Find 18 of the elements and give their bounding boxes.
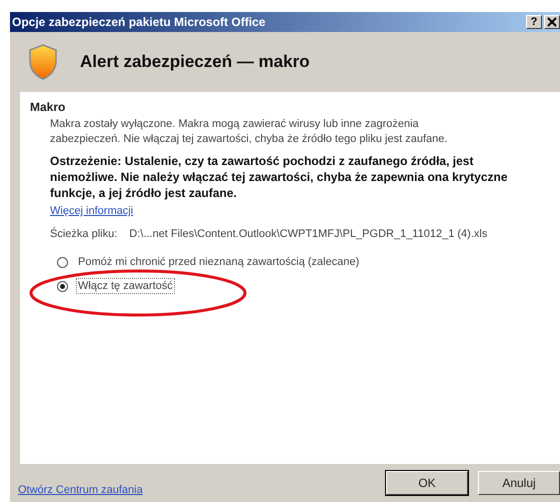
shield-icon	[28, 44, 58, 80]
dialog-button[interactable]: OK	[386, 471, 468, 495]
warning-text: Ostrzeżenie: Ustalenie, czy ta zawartość pochodzi z zaufanego źródła, jest niemożliwe. Nie należy włączać tej zawartości, chyba że zapewnia ona krytyczne funkcje, a jej źródło jest zaufane.	[50, 153, 509, 201]
dialog-button[interactable]: Anuluj	[478, 471, 560, 495]
help-button[interactable]: ?	[526, 15, 542, 29]
file-path: D:\...net Files\Content.Outlook\CWPT1MFJ\PL_PGDR_1_11012_1 (4).xls	[129, 228, 488, 240]
more-info-link[interactable]: Więcej informacji	[50, 205, 134, 217]
section-title: Makro	[30, 100, 66, 114]
radio-button[interactable]	[57, 256, 68, 268]
window-title: Opcje zabezpieczeń pakietu Microsoft Office	[12, 15, 266, 29]
trust-center-link[interactable]: Otwórz Centrum zaufania	[18, 484, 143, 496]
path-label: Ścieżka pliku:	[50, 228, 118, 240]
description-text: Makra zostały wyłączone. Makra mogą zawierać wirusy lub inne zagrożenia zabezpieczeń. Nie włączaj tej zawartości, chyba że źródło tego pliku jest zaufane.	[50, 117, 448, 147]
option-label[interactable]: Włącz tę zawartość	[76, 278, 175, 294]
option-label[interactable]: Pomóż mi chronić przed nieznaną zawartością (zalecane)	[76, 254, 362, 270]
close-button[interactable]	[544, 15, 560, 29]
radio-button[interactable]	[57, 280, 68, 292]
dialog-heading: Alert zabezpieczeń — makro	[80, 52, 310, 72]
